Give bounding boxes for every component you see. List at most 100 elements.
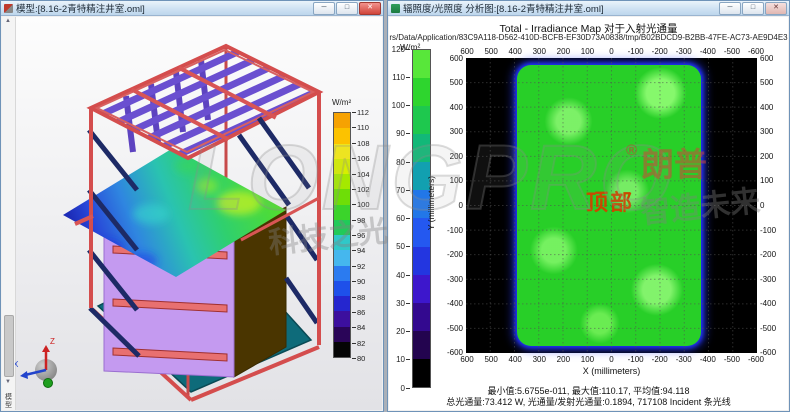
x-axis-ticks-top: 6005004003002001000-100-200-300-400-500-… [455,47,768,56]
model-colorbar-tick: 112 [352,108,369,117]
model-colorbar-tick: 88 [352,293,365,302]
model-colorbar-tick: 100 [352,200,370,209]
model-colorbar-tick: 92 [352,262,365,271]
chart-colorbar-tick: 30 [390,299,410,308]
chart-colorbar-tick: 120 [390,45,410,54]
model-3d-scene[interactable]: Z X [15,17,382,410]
x-tick: -100 [624,355,648,364]
close-button[interactable]: ✕ [359,2,381,15]
x-tick: 300 [527,47,551,56]
model-colorbar-block [334,144,350,159]
irradiance-window: 辐照度/光照度 分析图:[8.16-2青特精注井室.oml] ─ □ ✕ Tot… [387,0,790,412]
irradiance-app-icon [391,4,400,13]
close-button[interactable]: ✕ [765,2,787,15]
model-colorbar-block [334,159,350,174]
x-axis-label: X (millimeters) [466,366,757,376]
y-tick: -200 [760,250,787,259]
model-colorbar-tick: 102 [352,185,370,194]
chart-colorbar-tick: 20 [390,327,410,336]
x-tick: -300 [672,47,696,56]
y-tick: 500 [436,78,463,87]
model-colorbar [333,112,351,358]
x-tick: -200 [648,47,672,56]
x-tick: 500 [479,47,503,56]
y-tick: 100 [760,176,787,185]
x-tick: 0 [599,47,623,56]
model-tab-label[interactable]: 模型 [2,394,15,410]
scroll-up-icon[interactable]: ▲ [2,18,14,24]
y-tick: -300 [436,275,463,284]
model-colorbar-block [334,113,350,128]
y-tick: -100 [760,226,787,235]
chart-colorbar-tick: 10 [390,355,410,364]
chart-colorbar-tick: 40 [390,271,410,280]
model-colorbar-tick: 80 [352,354,365,363]
irradiance-window-titlebar[interactable]: 辐照度/光照度 分析图:[8.16-2青特精注井室.oml] ─ □ ✕ [388,1,789,16]
x-tick: 100 [575,47,599,56]
chart-colorbar-tick: 110 [390,73,410,82]
minimize-button[interactable]: ─ [313,2,335,15]
model-colorbar-block [334,281,350,296]
left-scrollbar[interactable]: ▲ ▼ 模型 [2,17,16,410]
irradiance-window-title: 辐照度/光照度 分析图:[8.16-2青特精注井室.oml] [403,1,604,15]
x-tick: -400 [696,355,720,364]
y-axis-label: Y (millimeters) [426,123,436,283]
heatmap-plot: 顶部 [466,58,757,353]
x-axis-label: X [15,360,19,369]
model-colorbar-tick: 104 [352,170,370,179]
x-tick: 200 [551,355,575,364]
irradiance-chart-area: Total - Irradiance Map 对于入射光通量 ers/Data/… [389,17,788,410]
chart-colorbar-tick: 70 [390,186,410,195]
chart-colorbar-block [413,303,430,331]
minimize-button[interactable]: ─ [719,2,741,15]
model-viewport: ▲ ▼ 模型 [2,17,382,410]
y-tick: -600 [436,348,463,357]
x-tick: 0 [599,355,623,364]
y-tick: 300 [760,127,787,136]
x-tick: -400 [696,47,720,56]
chart-colorbar-block [413,331,430,359]
screen: 模型:[8.16-2青特精注井室.oml] ─ □ ✕ ▲ ▼ 模型 [0,0,790,412]
model-colorbar-block [334,250,350,265]
chart-colorbar-tick: 60 [390,214,410,223]
model-colorbar-tick: 106 [352,154,370,163]
model-colorbar-tick: 110 [352,123,369,132]
scrollbar-thumb[interactable] [4,315,14,377]
chart-colorbar-block [413,50,430,78]
chart-colorbar-block [413,78,430,106]
model-colorbar-block [334,296,350,311]
x-tick: 300 [527,355,551,364]
model-colorbar-block [334,311,350,326]
model-window-title: 模型:[8.16-2青特精注井室.oml] [16,1,145,15]
chart-colorbar-tick: 90 [390,129,410,138]
y-tick: 100 [436,176,463,185]
maximize-button[interactable]: □ [742,2,764,15]
model-colorbar-block [334,189,350,204]
y-tick: -200 [436,250,463,259]
x-tick: -100 [624,47,648,56]
model-colorbar-tick: 108 [352,139,370,148]
maximize-button[interactable]: □ [336,2,358,15]
model-colorbar-unit: W/m² [332,98,351,107]
stats-line-2: 总光通量:73.412 W, 光通量/发射光通量:0.1894, 717108 … [389,395,788,408]
y-tick: 300 [436,127,463,136]
y-tick: 400 [436,103,463,112]
y-tick: -500 [760,324,787,333]
y-tick: -300 [760,275,787,284]
scroll-down-icon[interactable]: ▼ [2,379,14,385]
x-tick: 500 [479,355,503,364]
plot-annotation: 顶部 [569,185,651,217]
model-colorbar-tick: 86 [352,308,365,317]
x-tick: -500 [720,355,744,364]
y-tick: 200 [760,152,787,161]
model-colorbar-tick: 94 [352,246,365,255]
model-colorbar-block [334,205,350,220]
model-window-titlebar[interactable]: 模型:[8.16-2青特精注井室.oml] ─ □ ✕ [1,1,383,16]
y-tick: 500 [760,78,787,87]
model-colorbar-block [334,235,350,250]
model-colorbar-block [334,266,350,281]
y-tick: 0 [760,201,787,210]
y-tick: -500 [436,324,463,333]
model-colorbar-block [334,128,350,143]
x-axis-ticks-bottom: 6005004003002001000-100-200-300-400-500-… [455,355,768,364]
